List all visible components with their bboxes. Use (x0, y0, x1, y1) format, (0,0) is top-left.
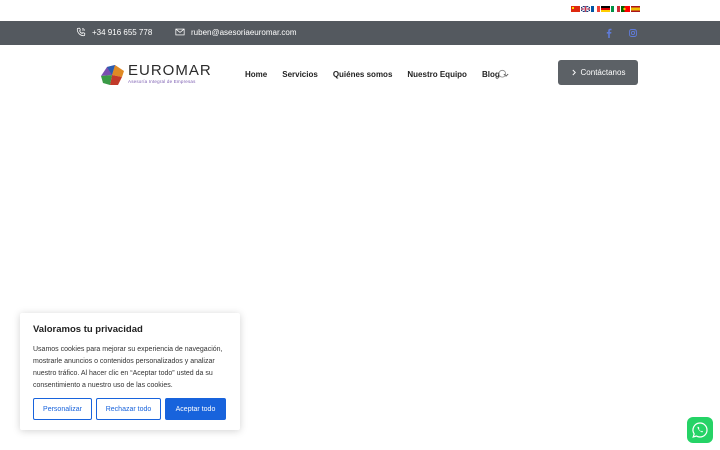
reject-all-button[interactable]: Rechazar todo (96, 398, 161, 420)
phone-icon (76, 27, 86, 37)
language-flags (571, 6, 640, 12)
top-contact-bar: +34 916 655 778 ruben@asesoriaeuromar.co… (0, 21, 720, 45)
contact-button-label: Contáctanos (580, 68, 626, 77)
accept-all-button[interactable]: Aceptar todo (165, 398, 226, 420)
nav-home[interactable]: Home (245, 70, 267, 79)
chinese-flag[interactable] (571, 6, 580, 12)
cookie-consent-banner: Valoramos tu privacidad Usamos cookies p… (20, 313, 240, 430)
phone-contact[interactable]: +34 916 655 778 (76, 27, 152, 37)
chevron-right-icon (572, 69, 576, 76)
main-header: EUROMAR Asesoría Integral de Empresas Ho… (0, 45, 720, 103)
italian-flag[interactable] (611, 6, 620, 12)
logo-tagline: Asesoría Integral de Empresas (128, 79, 196, 84)
nav-servicios[interactable]: Servicios (282, 70, 318, 79)
main-nav: Home Servicios Quiénes somos Nuestro Equ… (245, 70, 509, 79)
envelope-icon (175, 28, 185, 36)
english-flag[interactable] (581, 6, 590, 12)
language-bar (0, 0, 720, 21)
customize-button[interactable]: Personalizar (33, 398, 92, 420)
french-flag[interactable] (591, 6, 600, 12)
facebook-icon[interactable] (604, 28, 614, 38)
cookie-title: Valoramos tu privacidad (33, 324, 143, 335)
contact-button[interactable]: Contáctanos (558, 60, 638, 85)
email-contact[interactable]: ruben@asesoriaeuromar.com (175, 27, 297, 37)
email-address[interactable]: ruben@asesoriaeuromar.com (191, 28, 297, 37)
phone-number[interactable]: +34 916 655 778 (92, 28, 152, 37)
whatsapp-icon (692, 422, 708, 438)
site-logo[interactable]: EUROMAR Asesoría Integral de Empresas (98, 63, 212, 87)
cookie-text: Usamos cookies para mejorar su experienc… (33, 346, 223, 389)
instagram-icon[interactable] (628, 28, 638, 38)
search-icon[interactable] (496, 69, 507, 80)
german-flag[interactable] (601, 6, 610, 12)
spanish-flag[interactable] (631, 6, 640, 12)
logo-name: EUROMAR (128, 62, 212, 79)
whatsapp-button[interactable] (687, 417, 713, 443)
cookie-buttons: Personalizar Rechazar todo Aceptar todo (33, 398, 226, 420)
logo-mark (101, 65, 124, 85)
nav-quienes-somos[interactable]: Quiénes somos (333, 70, 393, 79)
portuguese-flag[interactable] (621, 6, 630, 12)
nav-nuestro-equipo[interactable]: Nuestro Equipo (407, 70, 467, 79)
